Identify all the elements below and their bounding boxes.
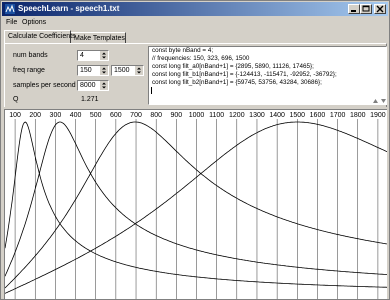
code-line: const long filt_a0[nBand+1] = {2895, 589… xyxy=(152,63,314,70)
num-bands-value: 4 xyxy=(80,52,84,59)
x-tick-label: 600 xyxy=(110,112,122,119)
freq-low-spin-buttons[interactable] xyxy=(100,66,108,75)
x-tick-label: 1700 xyxy=(330,112,346,119)
plot-svg: 100 200 300 400 500 600 700 800 900 1000 1100 1200 1… xyxy=(5,112,387,299)
x-tick-label: 1100 xyxy=(209,112,224,119)
window-title: SpeechLearn - speech1.txt xyxy=(18,4,120,13)
text-cursor xyxy=(151,87,152,94)
x-tick-label: 900 xyxy=(170,112,182,119)
num-bands-spin-buttons[interactable] xyxy=(100,51,108,60)
x-tick-label: 1500 xyxy=(290,112,306,119)
freq-low-value: 150 xyxy=(80,67,92,74)
code-line: const byte nBand = 4; xyxy=(152,47,214,54)
code-line: const long filt_b2[nBand+1] = {59745, 53… xyxy=(152,79,322,86)
app-window: SpeechLearn - speech1.txt File Options C… xyxy=(0,0,390,300)
tab-calc-label: Calculate Coefficients xyxy=(8,33,76,40)
code-line: // frequencies: 150, 323, 696, 1500 xyxy=(152,55,250,62)
samples-per-second-label: samples per second xyxy=(13,82,76,89)
x-tick-label: 1400 xyxy=(269,112,285,119)
x-tick-label: 800 xyxy=(150,112,162,119)
tab-make-templates[interactable]: Make Templates xyxy=(71,32,126,43)
q-label: Q xyxy=(13,96,19,103)
x-tick-label: 1600 xyxy=(310,112,326,119)
response-curve-2 xyxy=(5,121,387,277)
samples-per-second-stepper[interactable]: 8000 xyxy=(77,80,109,91)
response-curve-3 xyxy=(5,121,387,289)
tab-calculate-coefficients[interactable]: Calculate Coefficients xyxy=(4,30,76,43)
code-line: const long filt_b1[nBand+1] = {-124413, … xyxy=(152,71,337,78)
freq-high-value: 1500 xyxy=(114,67,130,74)
q-value: 1.271 xyxy=(81,96,99,103)
x-tick-label: 1800 xyxy=(350,112,366,119)
samples-per-second-value: 8000 xyxy=(80,82,96,89)
x-tick-label: 100 xyxy=(9,112,21,119)
code-output-textarea[interactable]: const byte nBand = 4; // frequencies: 15… xyxy=(148,46,387,105)
scroll-up-arrow-icon[interactable] xyxy=(372,98,379,104)
response-curve-1 xyxy=(5,121,387,288)
menu-options[interactable]: Options xyxy=(22,17,46,28)
num-bands-label: num bands xyxy=(13,52,48,59)
x-tick-label: 1000 xyxy=(189,112,205,119)
menu-bar: File Options xyxy=(2,17,388,28)
x-tick-label: 400 xyxy=(70,112,82,119)
app-icon xyxy=(5,4,15,14)
x-tick-label: 300 xyxy=(50,112,62,119)
scroll-down-arrow-icon[interactable] xyxy=(380,98,387,104)
close-button[interactable] xyxy=(374,4,386,14)
menu-file[interactable]: File xyxy=(6,17,17,28)
frequency-response-plot: 100 200 300 400 500 600 700 800 900 1000 1100 1200 1… xyxy=(4,109,387,299)
x-tick-label: 500 xyxy=(90,112,102,119)
x-tick-label: 1300 xyxy=(249,112,265,119)
freq-range-label: freq range xyxy=(13,67,45,74)
x-tick-label: 1200 xyxy=(229,112,245,119)
x-tick-label: 200 xyxy=(29,112,41,119)
title-bar[interactable]: SpeechLearn - speech1.txt xyxy=(2,2,388,16)
x-tick-label: 1900 xyxy=(370,112,386,119)
maximize-button[interactable] xyxy=(360,4,372,14)
minimize-button[interactable] xyxy=(348,4,360,14)
freq-high-stepper[interactable]: 1500 xyxy=(111,65,144,76)
x-tick-label: 700 xyxy=(130,112,142,119)
num-bands-stepper[interactable]: 4 xyxy=(77,50,109,61)
response-curve-4 xyxy=(5,121,387,294)
sps-spin-buttons[interactable] xyxy=(100,81,108,90)
freq-low-stepper[interactable]: 150 xyxy=(77,65,109,76)
freq-high-spin-buttons[interactable] xyxy=(135,66,143,75)
